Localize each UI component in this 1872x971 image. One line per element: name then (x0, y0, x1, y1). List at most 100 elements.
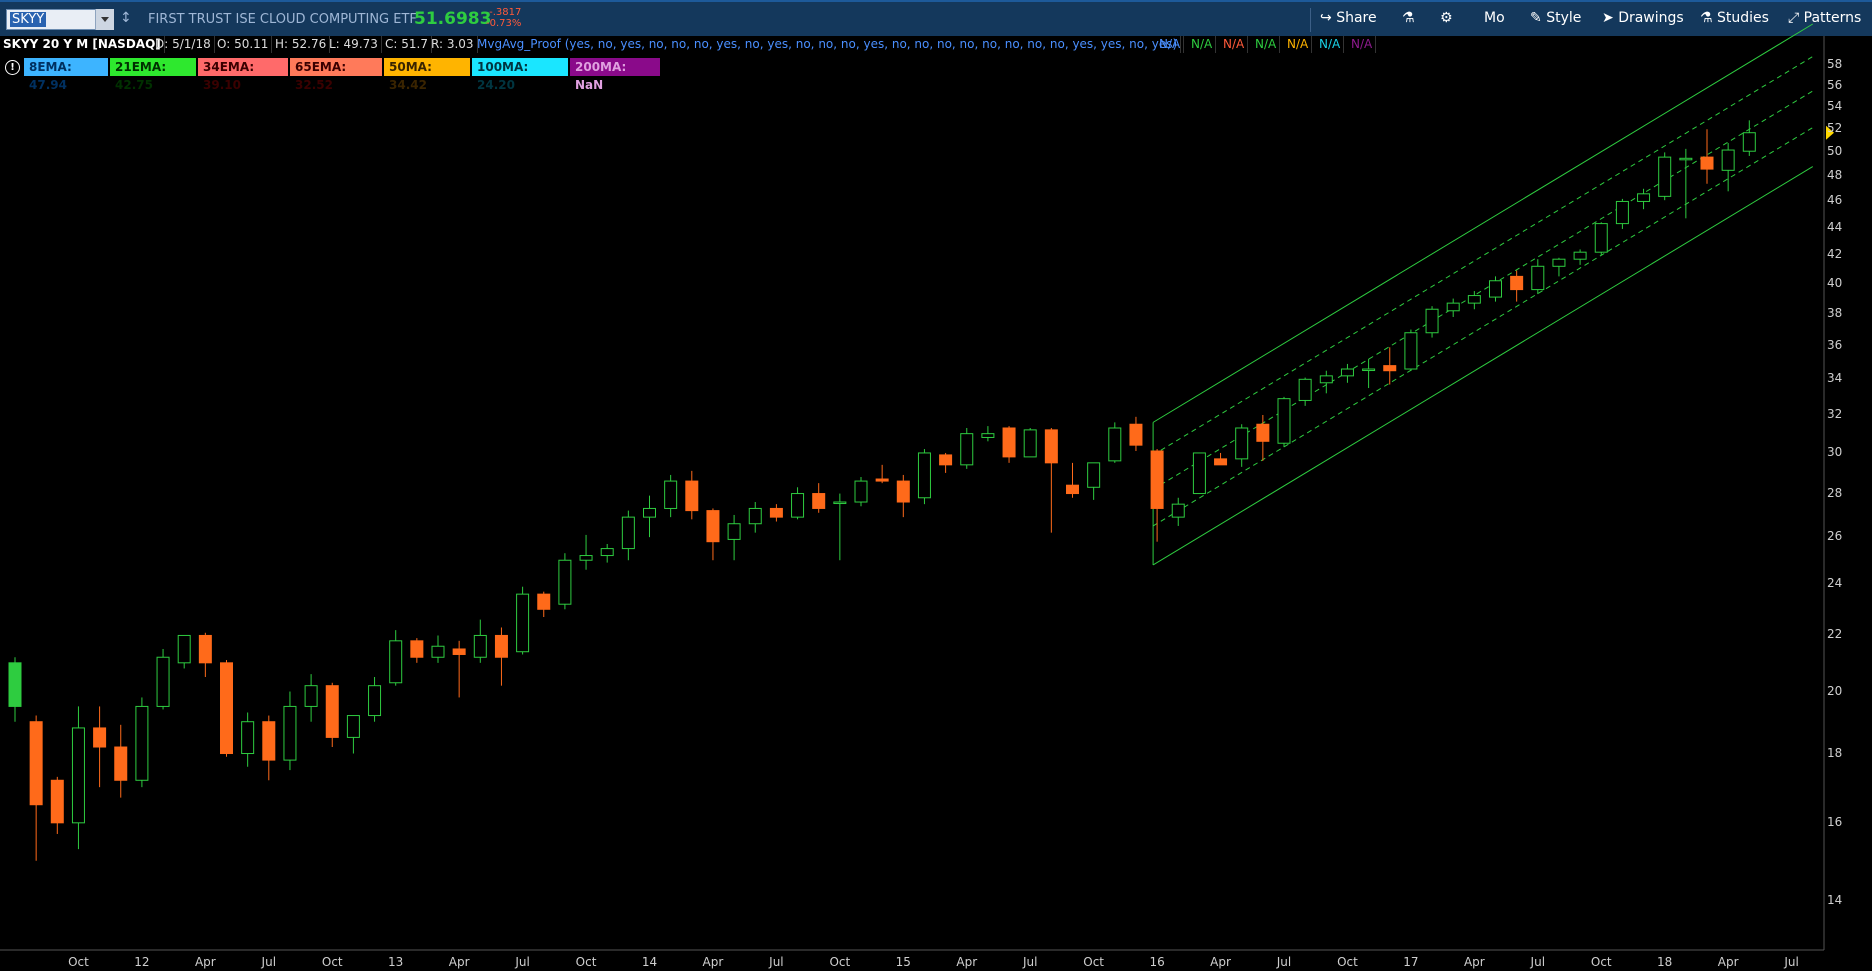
time-tick-label: 16 (1149, 955, 1165, 969)
price-tick-label: 42 (1827, 246, 1843, 261)
candle-body (389, 640, 403, 684)
price-tick-label: 32 (1827, 406, 1843, 421)
price-tick-label: 20 (1827, 683, 1843, 698)
time-tick-label: Jul (1784, 955, 1799, 969)
time-tick-label: 12 (134, 955, 150, 969)
candle-body (1531, 265, 1545, 291)
candle-body (664, 480, 678, 509)
candle-body (1383, 365, 1397, 372)
time-tick-label: Apr (702, 955, 724, 969)
price-tick-label: 36 (1827, 337, 1843, 352)
candle-body (833, 501, 847, 505)
candle-body (621, 516, 635, 550)
candle-body (50, 779, 64, 824)
candle-body (368, 685, 382, 717)
candle-body (1023, 429, 1037, 458)
price-tick-label: 56 (1827, 77, 1843, 92)
time-tick-label: Apr (956, 955, 978, 969)
price-tick-label: 26 (1827, 529, 1843, 544)
price-tick-label: 58 (1827, 57, 1843, 72)
time-tick-label: Jul (1276, 955, 1292, 969)
price-tick-label: 18 (1827, 745, 1843, 760)
time-tick-label: 18 (1657, 955, 1673, 969)
candle-body (177, 634, 191, 664)
candle-body (431, 645, 445, 658)
candle-body (452, 648, 466, 655)
candle-body (516, 593, 530, 653)
candle-body (981, 433, 995, 438)
price-tick-label: 34 (1827, 371, 1843, 386)
candle-body (325, 685, 339, 738)
candle-body (156, 656, 170, 707)
channel-inner-upper-line (1152, 56, 1814, 456)
candle-body (537, 593, 551, 610)
channel-mid-line (1152, 90, 1814, 490)
candle-body (1002, 427, 1016, 458)
candle-body (917, 452, 931, 499)
candle-body (241, 721, 255, 755)
time-tick-label: Apr (194, 955, 216, 969)
price-tick-label: 22 (1827, 627, 1843, 642)
candle-body (1700, 156, 1714, 170)
candle-body (1171, 503, 1185, 518)
candle-body (29, 721, 43, 806)
time-tick-label: Apr (448, 955, 470, 969)
time-tick-label: Jul (261, 955, 277, 969)
candle-body (1235, 427, 1249, 460)
candle-body (346, 715, 360, 738)
price-tick-label: 44 (1827, 219, 1843, 234)
candle-body (1362, 368, 1376, 372)
candle-body (1552, 258, 1566, 267)
price-tick-label: 48 (1827, 168, 1843, 183)
candle-body (939, 454, 953, 466)
candle-body (1298, 378, 1312, 401)
candle-body (262, 721, 276, 761)
candle-body (114, 746, 128, 781)
time-tick-label: Oct (829, 955, 851, 969)
price-tick-label: 50 (1827, 144, 1843, 159)
candle-body (71, 727, 85, 824)
candle-body (1446, 302, 1460, 312)
price-tick-label: 52 (1827, 121, 1843, 136)
candle-body (1489, 280, 1502, 298)
price-tick-label: 38 (1827, 305, 1843, 320)
time-tick-label: 17 (1403, 955, 1419, 969)
price-chart[interactable] (0, 0, 1872, 971)
time-tick-label: Oct (68, 955, 89, 969)
candle-body (769, 507, 783, 518)
time-tick-label: Oct (1590, 955, 1612, 969)
channel-inner-lower-line (1152, 127, 1814, 527)
candle-body (1425, 308, 1439, 334)
candle-body (643, 507, 656, 518)
time-tick-label: 14 (641, 955, 658, 969)
time-tick-label: Oct (321, 955, 343, 969)
time-tick-label: Jul (769, 955, 784, 969)
time-tick-label: Oct (575, 955, 597, 969)
candle-body (791, 493, 805, 518)
candle-body (410, 640, 424, 658)
candle-body (558, 559, 572, 605)
price-tick-label: 30 (1827, 444, 1843, 459)
candle-body (1087, 462, 1101, 488)
candle-body (1319, 375, 1333, 384)
candle-body (283, 705, 297, 761)
time-tick-label: Jul (515, 955, 530, 969)
time-tick-label: 15 (895, 955, 911, 969)
price-tick-label: 16 (1827, 814, 1843, 829)
candle-body (135, 705, 149, 781)
candle-body (960, 433, 974, 466)
candle-body (304, 685, 318, 707)
candle-body (198, 634, 212, 664)
price-tick-label: 54 (1827, 99, 1843, 114)
candle-body (1192, 452, 1206, 495)
candle-body (494, 634, 508, 658)
candle-body (685, 480, 699, 512)
candle-body (93, 727, 107, 748)
candle-body (1340, 368, 1354, 377)
candle-body (1467, 295, 1481, 304)
candle-body (1066, 484, 1079, 495)
price-tick-label: 40 (1827, 275, 1843, 290)
candle-body (1658, 156, 1672, 197)
candle-body (1256, 423, 1270, 442)
candle-body (1615, 200, 1629, 225)
